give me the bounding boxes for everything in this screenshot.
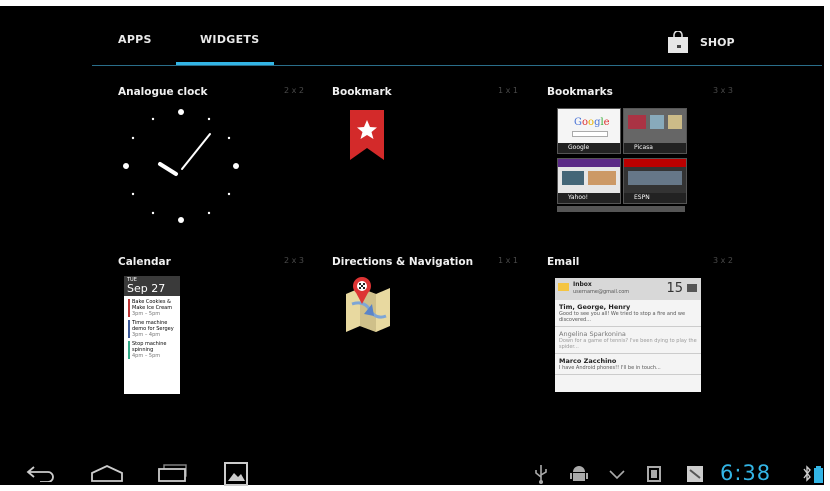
email-message: Angelina Sparkonina Down for a game of t… — [555, 327, 701, 354]
email-unread-count: 15 — [666, 281, 683, 296]
widget-calendar[interactable]: Calendar 2 x 3 TUE Sep 27 Bake Cookies &… — [118, 256, 304, 416]
back-icon[interactable] — [26, 464, 56, 482]
calendar-event-title: Stop machine spinning — [132, 341, 167, 353]
widget-title: Email — [547, 256, 580, 268]
widget-bookmarks[interactable]: Bookmarks 3 x 3 Google Google Picasa Yah… — [547, 86, 733, 246]
email-folder: Inbox — [573, 281, 592, 288]
email-header: Inbox username@gmail.com 15 — [555, 278, 701, 300]
sd-card-icon — [647, 466, 661, 482]
bookmarks-strip — [557, 206, 685, 212]
widget-bookmark[interactable]: Bookmark 1 x 1 — [332, 86, 518, 246]
calendar-event-title: Bake Cookies & Make Ice Cream — [132, 299, 173, 311]
bookmark-thumb: ESPN — [623, 158, 687, 204]
calendar-event: Stop machine spinning 4pm – 5pm — [128, 341, 178, 359]
widget-email[interactable]: Email 3 x 2 Inbox username@gmail.com 15 … — [547, 256, 733, 416]
home-icon[interactable] — [90, 464, 124, 482]
widget-title: Calendar — [118, 256, 171, 268]
email-sender: Tim, George, Henry — [559, 303, 631, 311]
bookmark-thumb-label: Yahoo! — [558, 193, 620, 203]
calendar-event: Bake Cookies & Make Ice Cream 3pm – 5pm — [128, 299, 178, 317]
widget-analogue-clock[interactable]: Analogue clock 2 x 2 — [118, 86, 304, 246]
bluetooth-icon — [803, 465, 811, 482]
widget-title: Directions & Navigation — [332, 256, 474, 268]
envelope-icon — [558, 283, 569, 291]
android-debug-icon — [570, 466, 588, 481]
calendar-preview: TUE Sep 27 Bake Cookies & Make Ice Cream… — [124, 276, 180, 394]
tab-divider — [92, 65, 822, 66]
widget-title: Bookmarks — [547, 86, 613, 98]
tab-bar: APPS WIDGETS SHOP — [0, 6, 824, 66]
widget-directions-navigation[interactable]: Directions & Navigation 1 x 1 — [332, 256, 518, 416]
widget-size: 1 x 1 — [498, 256, 518, 265]
map-navigation-icon — [346, 277, 390, 332]
compose-icon — [687, 284, 697, 292]
system-bar — [0, 456, 824, 491]
bookmark-thumb: Google Google — [557, 108, 621, 154]
notification-icon — [687, 466, 703, 482]
bookmark-ribbon-icon — [350, 110, 384, 160]
status-clock: 6:38 — [720, 461, 772, 485]
launcher-screen: APPS WIDGETS SHOP Analogue clock 2 x 2 B… — [0, 0, 830, 491]
widget-size: 2 x 2 — [284, 86, 304, 95]
bookmark-thumb: Yahoo! — [557, 158, 621, 204]
email-message: Tim, George, Henry Good to see you all! … — [555, 300, 701, 327]
email-sender: Angelina Sparkonina — [559, 330, 626, 338]
analogue-clock-preview-icon — [123, 109, 239, 223]
email-snippet: I have Android phones!! I'll be in touch… — [559, 365, 661, 371]
tab-widgets[interactable]: WIDGETS — [200, 33, 259, 46]
widget-size: 2 x 3 — [284, 256, 304, 265]
widget-title: Analogue clock — [118, 86, 208, 98]
bookmark-thumb-label: Google — [558, 143, 620, 153]
usb-icon — [535, 465, 547, 484]
chevron-down-icon[interactable] — [608, 464, 626, 484]
calendar-event-time: 4pm – 5pm — [132, 353, 161, 359]
shopping-bag-icon — [666, 30, 690, 53]
screenshot-icon[interactable] — [224, 462, 248, 486]
email-snippet: Down for a game of tennis? I've been dyi… — [559, 338, 697, 350]
calendar-date: Sep 27 — [127, 282, 166, 295]
widget-title: Bookmark — [332, 86, 392, 98]
recent-apps-icon[interactable] — [156, 464, 190, 482]
email-account: username@gmail.com — [573, 289, 630, 295]
email-snippet: Good to see you all! We tried to stop a … — [559, 311, 686, 323]
bookmark-thumb: Picasa — [623, 108, 687, 154]
bookmark-thumb-label: ESPN — [624, 193, 686, 203]
shop-label: SHOP — [700, 35, 735, 49]
email-message: Marco Zacchino I have Android phones!! I… — [555, 354, 701, 375]
calendar-header: TUE Sep 27 — [124, 276, 180, 296]
email-preview: Inbox username@gmail.com 15 Tim, George,… — [555, 278, 701, 392]
calendar-event-time: 3pm – 5pm — [132, 311, 161, 317]
bookmark-thumb-label: Picasa — [624, 143, 686, 153]
calendar-event-title: Time machine demo for Sergey — [132, 320, 174, 332]
shop-button[interactable]: SHOP — [666, 29, 735, 55]
battery-icon — [814, 466, 823, 483]
widget-size: 3 x 3 — [713, 86, 733, 95]
tab-apps[interactable]: APPS — [118, 33, 152, 46]
widget-size: 3 x 2 — [713, 256, 733, 265]
widget-size: 1 x 1 — [498, 86, 518, 95]
calendar-event-time: 3pm – 4pm — [132, 332, 161, 338]
email-sender: Marco Zacchino — [559, 357, 617, 365]
bookmarks-grid-preview: Google Google Picasa Yahoo! ESPN — [557, 108, 687, 216]
calendar-event: Time machine demo for Sergey 3pm – 4pm — [128, 320, 178, 338]
